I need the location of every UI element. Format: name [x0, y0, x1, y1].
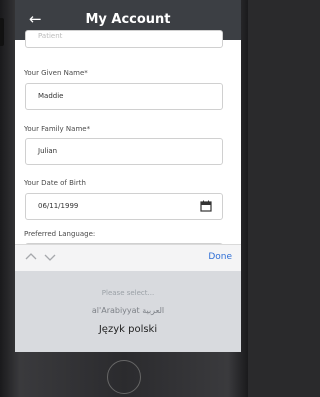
screen: ← My Account Patient Your Given Name* Ma…: [15, 0, 241, 352]
family-name-field[interactable]: Julian: [25, 138, 223, 165]
page-title: My Account: [85, 12, 171, 27]
patient-field-value: Patient: [38, 32, 63, 40]
done-button[interactable]: Done: [208, 252, 232, 263]
family-name-value: Julian: [38, 147, 58, 155]
phone-frame: ← My Account Patient Your Given Name* Ma…: [0, 0, 248, 397]
dob-label: Your Date of Birth: [24, 179, 86, 187]
language-label: Preferred Language:: [24, 230, 96, 238]
language-picker[interactable]: Please select... al'Arabiyyat العربية Ję…: [15, 271, 241, 352]
dob-value: 06/11/1999: [38, 202, 79, 210]
keyboard-toolbar: Done: [15, 244, 241, 271]
dob-field[interactable]: 06/11/1999: [25, 193, 223, 220]
given-name-value: Maddie: [38, 92, 64, 100]
home-button[interactable]: [107, 360, 141, 394]
given-name-label: Your Given Name*: [24, 69, 88, 77]
family-name-label: Your Family Name*: [24, 125, 91, 133]
patient-field[interactable]: Patient: [25, 30, 223, 48]
chevron-down-icon[interactable]: [44, 251, 56, 263]
picker-option[interactable]: Please select...: [15, 287, 241, 299]
given-name-field[interactable]: Maddie: [25, 83, 223, 110]
picker-option-selected[interactable]: Język polski: [15, 324, 241, 336]
calendar-icon[interactable]: [200, 200, 212, 212]
chevron-up-icon[interactable]: [25, 251, 37, 263]
picker-option[interactable]: al'Arabiyyat العربية: [15, 305, 241, 317]
side-button: [0, 18, 4, 46]
